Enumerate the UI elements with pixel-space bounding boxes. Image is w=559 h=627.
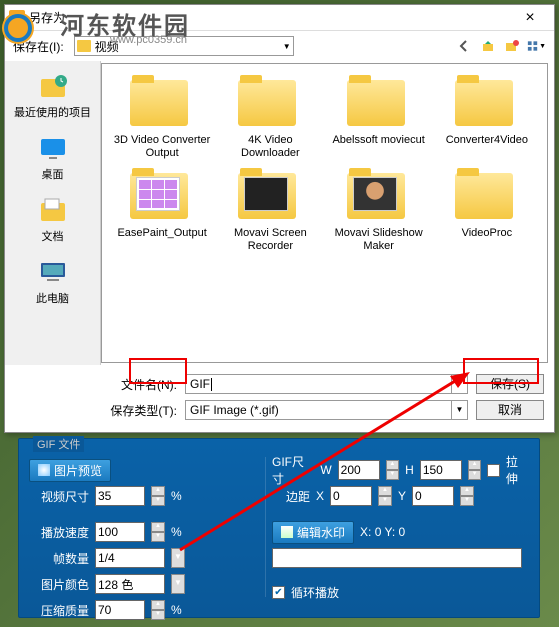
frames-dropdown[interactable] [95, 548, 165, 568]
step-down[interactable]: ▼ [386, 470, 399, 480]
gif-size-label: GIF尺寸 [272, 453, 314, 487]
places-sidebar: 最近使用的项目 桌面 文档 此电脑 [5, 61, 101, 365]
watermark-coords: X: 0 Y: 0 [360, 525, 405, 539]
height-input[interactable] [420, 460, 462, 480]
filename-input[interactable]: GIF ▼ [185, 374, 468, 394]
toolbar: 保存在(I): 视频 ▼ ▼ [5, 31, 554, 61]
file-item[interactable]: 3D Video Converter Output [110, 72, 214, 161]
file-item[interactable]: 4K Video Downloader [218, 72, 322, 161]
step-down[interactable]: ▼ [468, 470, 481, 480]
sidebar-item-documents[interactable]: 文档 [8, 191, 98, 245]
desktop-icon [35, 131, 71, 167]
cancel-button[interactable]: 取消 [476, 400, 544, 420]
frames-label: 帧数量 [29, 550, 89, 567]
video-size-input[interactable] [95, 486, 145, 506]
file-item[interactable]: Abelssoft moviecut [327, 72, 431, 161]
filetype-label: 保存类型(T): [105, 402, 177, 419]
color-label: 图片颜色 [29, 576, 89, 593]
view-menu-button[interactable]: ▼ [526, 36, 546, 56]
chevron-down-icon[interactable]: ▼ [451, 401, 467, 419]
step-down[interactable]: ▼ [151, 532, 165, 542]
chevron-down-icon[interactable]: ▼ [171, 548, 185, 568]
pc-icon [35, 255, 71, 291]
quality-input[interactable] [95, 600, 145, 620]
step-up[interactable]: ▲ [378, 486, 392, 496]
playspeed-input[interactable] [95, 522, 145, 542]
new-folder-button[interactable] [502, 36, 522, 56]
folder-value: 视频 [95, 38, 119, 55]
playspeed-label: 播放速度 [29, 524, 89, 541]
file-item[interactable]: VideoProc [435, 165, 539, 254]
step-up[interactable]: ▲ [460, 486, 474, 496]
watermark-preview [272, 548, 522, 568]
savein-label: 保存在(I): [13, 38, 64, 55]
sidebar-item-desktop[interactable]: 桌面 [8, 129, 98, 183]
color-dropdown[interactable] [95, 574, 165, 594]
file-list[interactable]: 3D Video Converter Output 4K Video Downl… [101, 63, 548, 363]
filetype-dropdown[interactable]: GIF Image (*.gif) ▼ [185, 400, 468, 420]
chevron-down-icon[interactable]: ▼ [171, 574, 185, 594]
save-as-dialog: 另存为 × 保存在(I): 视频 ▼ ▼ 最近使用的项目 桌面 文档 [4, 4, 555, 433]
margin-label: 边距 [272, 488, 310, 505]
up-folder-button[interactable] [478, 36, 498, 56]
step-down[interactable]: ▼ [151, 496, 165, 506]
filename-label: 文件名(N): [105, 376, 177, 393]
file-item[interactable]: Movavi Screen Recorder [218, 165, 322, 254]
gif-settings-panel: GIF 文件 图片预览 视频尺寸 ▲▼ % 播放速度 ▲▼ % 帧数量 ▼ [18, 438, 540, 618]
documents-icon [35, 193, 71, 229]
step-up[interactable]: ▲ [151, 600, 165, 610]
sidebar-item-thispc[interactable]: 此电脑 [8, 253, 98, 307]
chevron-down-icon[interactable]: ▼ [451, 375, 467, 393]
stretch-checkbox[interactable] [487, 464, 500, 477]
save-button[interactable]: 保存(S) [476, 374, 544, 394]
step-up[interactable]: ▲ [151, 522, 165, 532]
folder-icon [77, 40, 91, 52]
margin-y-input[interactable] [412, 486, 454, 506]
loop-checkbox[interactable]: ✔ [272, 586, 285, 599]
sidebar-item-recent[interactable]: 最近使用的项目 [8, 67, 98, 121]
step-down[interactable]: ▼ [460, 496, 474, 506]
file-item[interactable]: EasePaint_Output [110, 165, 214, 254]
file-item[interactable]: Movavi Slideshow Maker [327, 165, 431, 254]
back-button[interactable] [454, 36, 474, 56]
group-title: GIF 文件 [33, 436, 84, 452]
chevron-down-icon: ▼ [283, 42, 291, 51]
titlebar: 另存为 × [5, 5, 554, 31]
app-icon [9, 10, 25, 26]
step-up[interactable]: ▲ [151, 486, 165, 496]
step-up[interactable]: ▲ [386, 460, 399, 470]
width-input[interactable] [338, 460, 380, 480]
preview-button[interactable]: 图片预览 [29, 459, 111, 482]
step-down[interactable]: ▼ [378, 496, 392, 506]
folder-dropdown[interactable]: 视频 ▼ [74, 36, 294, 56]
edit-watermark-button[interactable]: 编辑水印 [272, 521, 354, 544]
recent-icon [35, 69, 71, 105]
margin-x-input[interactable] [330, 486, 372, 506]
preview-icon [38, 464, 50, 476]
dialog-title: 另存为 [29, 9, 510, 26]
video-size-label: 视频尺寸 [29, 488, 89, 505]
file-item[interactable]: Converter4Video [435, 72, 539, 161]
close-button[interactable]: × [510, 6, 550, 30]
quality-label: 压缩质量 [29, 602, 89, 619]
step-down[interactable]: ▼ [151, 610, 165, 620]
edit-icon [281, 526, 293, 538]
step-up[interactable]: ▲ [468, 460, 481, 470]
